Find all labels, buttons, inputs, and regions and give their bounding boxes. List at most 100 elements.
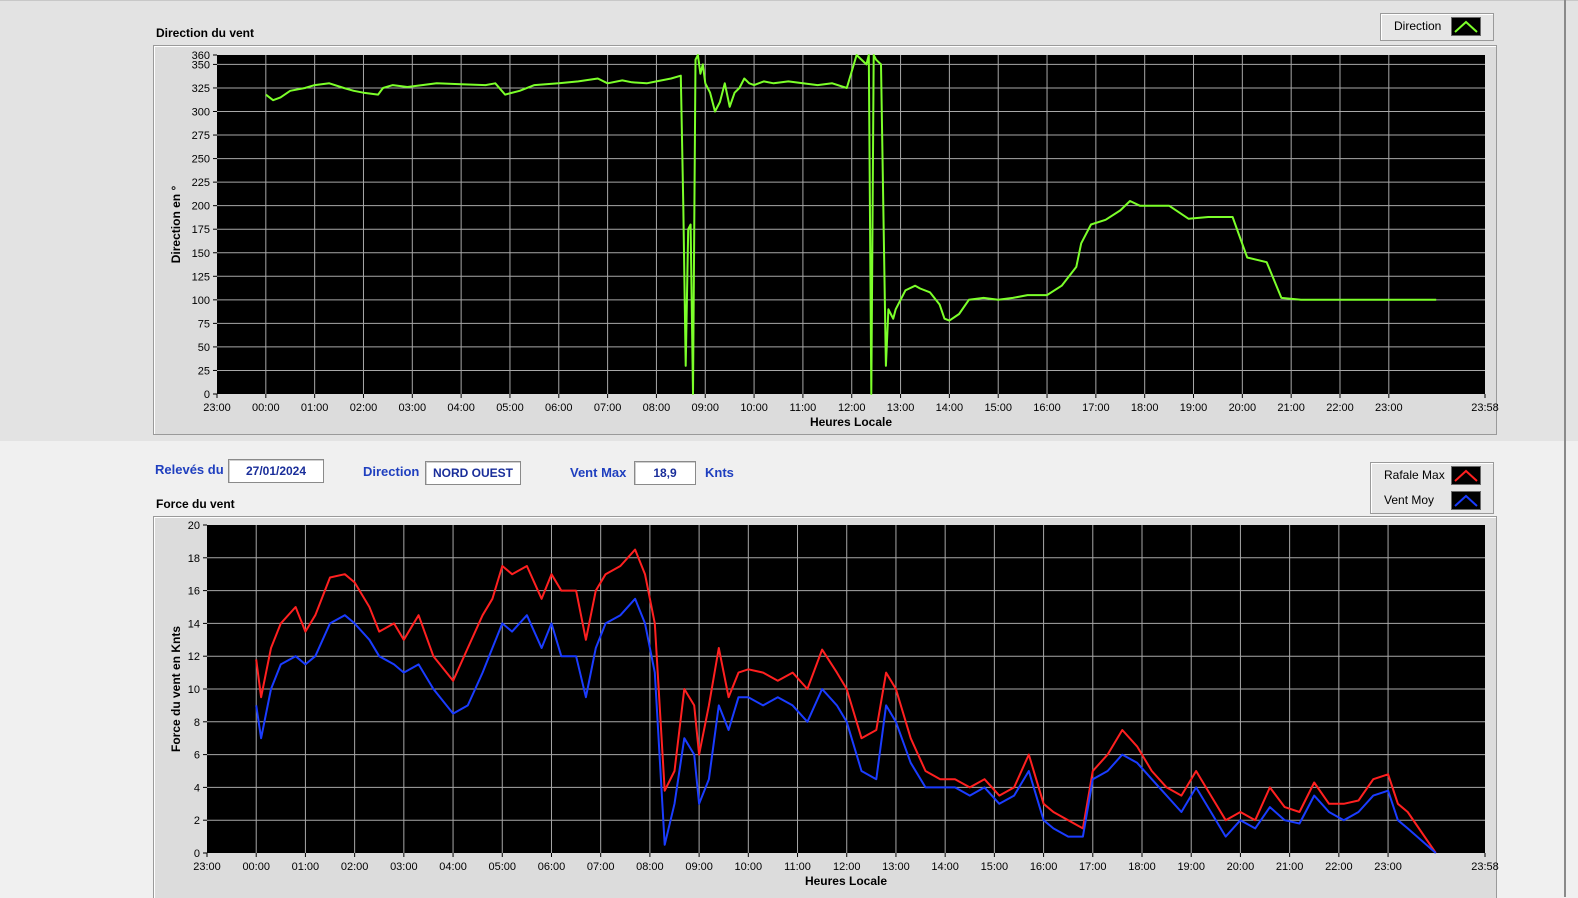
y-tick-label: 0 <box>194 848 200 860</box>
legend-item-rafale[interactable]: Rafale Max <box>1371 463 1493 487</box>
y-tick-label: 325 <box>192 83 210 95</box>
y-tick-label: 150 <box>192 248 210 260</box>
x-tick-label: 21:00 <box>1277 402 1305 414</box>
y-tick-label: 14 <box>188 618 200 630</box>
y-tick-label: 200 <box>192 201 210 213</box>
x-tick-label: 12:00 <box>838 402 866 414</box>
x-tick-label: 08:00 <box>643 402 671 414</box>
plot-area <box>217 55 1485 394</box>
line-style-icon <box>1454 469 1478 482</box>
direction-legend[interactable]: Direction <box>1380 13 1494 41</box>
x-tick-label: 23:00 <box>193 861 221 873</box>
ventmax-unit: Knts <box>705 465 734 480</box>
legend-item-direction[interactable]: Direction <box>1381 14 1493 38</box>
x-tick-label: 15:00 <box>981 861 1009 873</box>
x-tick-label: 19:00 <box>1177 861 1205 873</box>
direction-label: Direction <box>363 464 420 479</box>
y-tick-label: 8 <box>194 717 200 729</box>
x-tick-label: 20:00 <box>1227 861 1255 873</box>
y-tick-label: 50 <box>198 342 210 354</box>
x-tick-label: 16:00 <box>1030 861 1058 873</box>
y-tick-label: 275 <box>192 130 210 142</box>
line-style-icon <box>1454 494 1478 507</box>
ventmax-label: Vent Max <box>570 465 627 480</box>
date-field[interactable]: 27/01/2024 <box>228 459 324 483</box>
legend-label-direction: Direction <box>1394 19 1442 33</box>
x-tick-label: 02:00 <box>350 402 378 414</box>
window-right-border <box>1564 0 1566 897</box>
x-axis-label: Heures Locale <box>810 415 892 429</box>
date-label: Relevés du <box>155 462 224 477</box>
y-tick-label: 20 <box>188 520 200 532</box>
x-tick-label: 19:00 <box>1180 402 1208 414</box>
x-tick-label: 18:00 <box>1128 861 1156 873</box>
ventmax-field[interactable]: 18,9 <box>634 461 696 485</box>
x-tick-label: 09:00 <box>685 861 713 873</box>
x-tick-label: 04:00 <box>439 861 467 873</box>
y-tick-label: 300 <box>192 107 210 119</box>
y-tick-label: 225 <box>192 177 210 189</box>
direction-chart-title: Direction du vent <box>156 26 255 40</box>
x-tick-label: 18:00 <box>1131 402 1159 414</box>
y-tick-label: 75 <box>198 318 210 330</box>
y-tick-label: 12 <box>188 651 200 663</box>
x-tick-label: 22:00 <box>1326 402 1354 414</box>
x-tick-label: 21:00 <box>1276 861 1304 873</box>
x-tick-label: 17:00 <box>1082 402 1110 414</box>
x-tick-label: 23:58 <box>1471 402 1499 414</box>
y-tick-label: 4 <box>194 782 200 794</box>
x-axis-label: Heures Locale <box>805 874 887 888</box>
force-chart-title: Force du vent <box>156 497 235 511</box>
line-style-icon <box>1454 20 1478 33</box>
x-tick-label: 23:00 <box>1375 402 1403 414</box>
x-tick-label: 17:00 <box>1079 861 1107 873</box>
direction-field[interactable]: NORD OUEST <box>425 461 521 485</box>
x-tick-label: 11:00 <box>790 402 817 414</box>
y-axis-label: Force du vent en Knts <box>169 626 183 752</box>
y-tick-label: 6 <box>194 750 200 762</box>
y-tick-label: 0 <box>204 389 210 401</box>
x-tick-label: 03:00 <box>399 402 427 414</box>
x-tick-label: 00:00 <box>242 861 270 873</box>
x-tick-label: 02:00 <box>341 861 369 873</box>
force-chart: 23:00 00:00 01:00 02:00 03:00 04:00 05:00 06:00… <box>169 520 1499 888</box>
x-tick-label: 07:00 <box>587 861 615 873</box>
x-tick-label: 01:00 <box>301 402 329 414</box>
x-tick-label: 05:00 <box>488 861 516 873</box>
x-tick-label: 05:00 <box>496 402 524 414</box>
y-axis-label: Direction en ° <box>169 186 183 264</box>
x-tick-label: 23:00 <box>1374 861 1402 873</box>
x-tick-label: 09:00 <box>691 402 719 414</box>
x-tick-label: 13:00 <box>882 861 910 873</box>
x-tick-label: 03:00 <box>390 861 418 873</box>
x-tick-label: 16:00 <box>1033 402 1061 414</box>
y-tick-label: 125 <box>192 271 210 283</box>
y-tick-label: 175 <box>192 224 210 236</box>
force-legend[interactable]: Rafale Max Vent Moy <box>1370 462 1494 514</box>
x-tick-label: 23:58 <box>1471 861 1499 873</box>
legend-item-ventmoy[interactable]: Vent Moy <box>1371 488 1493 512</box>
x-tick-label: 06:00 <box>545 402 573 414</box>
legend-label-rafale: Rafale Max <box>1384 468 1445 482</box>
y-tick-label: 250 <box>192 154 210 166</box>
x-tick-label: 14:00 <box>936 402 964 414</box>
x-tick-label: 01:00 <box>292 861 320 873</box>
y-tick-label: 100 <box>192 295 210 307</box>
x-tick-label: 08:00 <box>636 861 664 873</box>
x-tick-label: 13:00 <box>887 402 915 414</box>
x-tick-label: 20:00 <box>1229 402 1257 414</box>
x-tick-label: 11:00 <box>784 861 811 873</box>
y-tick-label: 360 <box>192 50 210 62</box>
x-tick-label: 06:00 <box>538 861 566 873</box>
legend-swatch-direction <box>1451 17 1481 36</box>
y-tick-label: 25 <box>198 365 210 377</box>
y-tick-label: 18 <box>188 553 200 565</box>
legend-label-ventmoy: Vent Moy <box>1384 493 1435 507</box>
legend-swatch-ventmoy <box>1451 491 1481 510</box>
x-tick-label: 04:00 <box>447 402 475 414</box>
y-tick-label: 10 <box>188 684 200 696</box>
legend-swatch-rafale <box>1451 466 1481 485</box>
y-tick-label: 2 <box>194 815 200 827</box>
x-tick-label: 10:00 <box>740 402 768 414</box>
x-tick-label: 23:00 <box>203 402 231 414</box>
